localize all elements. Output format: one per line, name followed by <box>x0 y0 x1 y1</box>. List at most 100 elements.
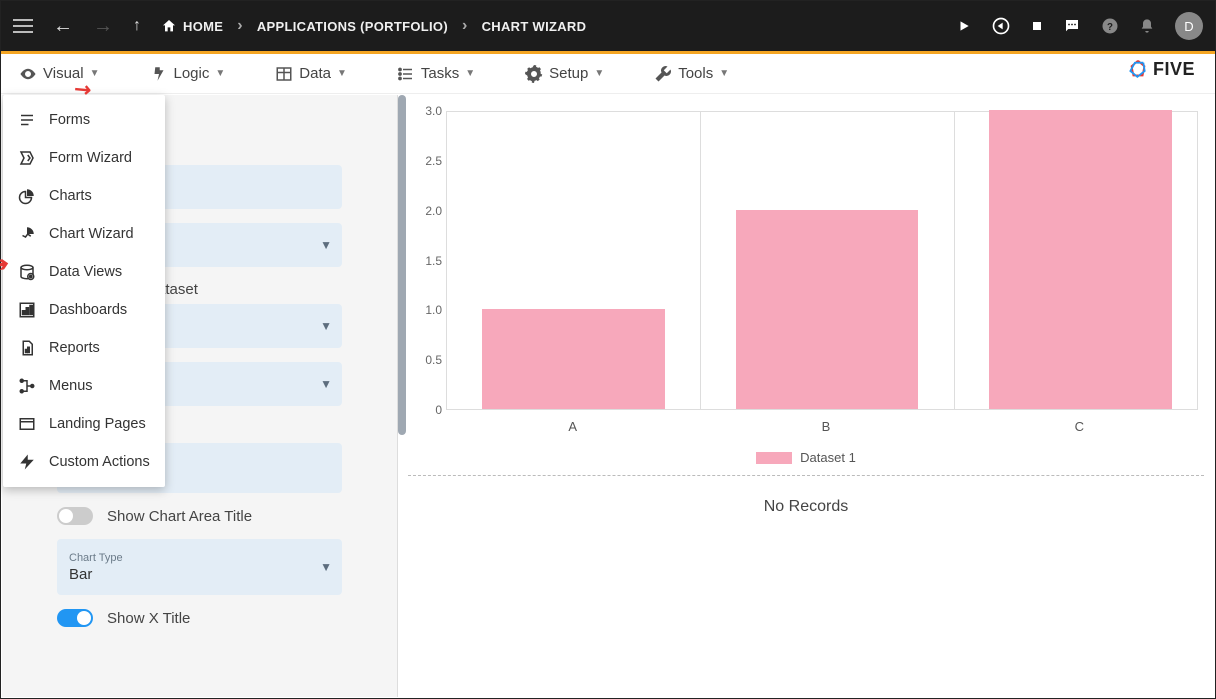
forms-icon <box>17 110 37 130</box>
topbar-right: ? D <box>957 12 1203 40</box>
grid-icon <box>275 65 293 83</box>
nav-up[interactable]: ↑ <box>133 17 141 35</box>
home-icon <box>161 18 177 34</box>
chevron-down-icon: ▼ <box>320 377 332 391</box>
chart-type-select[interactable]: Chart Type Bar ▼ <box>57 539 342 595</box>
toggle-show-x-title[interactable] <box>57 609 93 627</box>
chart-wizard-icon <box>17 224 37 244</box>
section-dataset: ataset <box>157 281 342 298</box>
list-icon <box>397 65 415 83</box>
play-icon[interactable] <box>957 19 971 33</box>
form-wizard-icon <box>17 148 37 168</box>
menu-item-label: Forms <box>49 112 90 128</box>
chat-icon[interactable] <box>1063 17 1081 35</box>
legend-swatch <box>756 452 792 464</box>
bar-B <box>736 210 918 409</box>
y-tick: 2.0 <box>412 204 442 218</box>
left-panel: ▼ ataset ▼ ▼ Chart Area Chart Area Title… <box>2 95 397 697</box>
help-icon[interactable]: ? <box>1101 17 1119 35</box>
bar-C <box>989 110 1171 409</box>
visual-menu-reports[interactable]: Reports <box>3 329 165 367</box>
divider <box>408 475 1204 476</box>
menu-item-label: Data Views <box>49 264 122 280</box>
chevron-down-icon: ▼ <box>320 319 332 333</box>
visual-menu-form-wizard[interactable]: Form Wizard <box>3 139 165 177</box>
caret-down-icon: ▼ <box>465 68 475 79</box>
chevron-down-icon: ▼ <box>320 560 332 574</box>
x-label: C <box>1075 419 1084 434</box>
menu-item-label: Dashboards <box>49 302 127 318</box>
bar-A <box>482 309 664 409</box>
visual-dropdown: Forms Form Wizard Charts Chart Wizard Data V… <box>3 95 165 487</box>
menu-toggle[interactable] <box>13 19 33 33</box>
toggle-label: Show X Title <box>107 610 190 627</box>
no-records-label: No Records <box>398 480 1214 534</box>
caret-down-icon: ▼ <box>90 68 100 79</box>
menu-data[interactable]: Data ▼ <box>275 65 347 83</box>
nav-back[interactable]: ← <box>53 15 73 38</box>
visual-menu-custom-actions[interactable]: Custom Actions <box>3 443 165 481</box>
menu-tools[interactable]: Tools ▼ <box>654 65 729 83</box>
menu-tasks[interactable]: Tasks ▼ <box>397 65 475 83</box>
visual-menu-data-views[interactable]: Data Views <box>3 253 165 291</box>
logo: FIVE <box>1127 58 1195 80</box>
visual-menu-landing-pages[interactable]: Landing Pages <box>3 405 165 443</box>
bolt-icon <box>150 65 168 83</box>
deploy-icon[interactable] <box>991 16 1011 36</box>
visual-menu-charts[interactable]: Charts <box>3 177 165 215</box>
menu-item-label: Form Wizard <box>49 150 132 166</box>
breadcrumb-label: HOME <box>183 19 223 34</box>
visual-menu-chart-wizard[interactable]: Chart Wizard <box>3 215 165 253</box>
menubar: Visual ▼ Logic ▼ Data ▼ Tasks ▼ Setup ▼ … <box>1 54 1215 94</box>
y-tick: 2.5 <box>412 154 442 168</box>
y-tick: 3.0 <box>412 104 442 118</box>
eye-icon <box>19 65 37 83</box>
toggle-show-chart-area-title[interactable] <box>57 507 93 525</box>
scrollbar[interactable] <box>398 95 406 435</box>
menu-item-label: Charts <box>49 188 92 204</box>
x-label: A <box>568 419 577 434</box>
wrench-icon <box>654 65 672 83</box>
chevron-right-icon: › <box>237 17 243 35</box>
svg-text:?: ? <box>1107 22 1113 33</box>
menu-item-label: Chart Wizard <box>49 226 134 242</box>
menu-logic[interactable]: Logic ▼ <box>150 65 226 83</box>
data-views-icon <box>17 262 37 282</box>
breadcrumb-apps[interactable]: APPLICATIONS (PORTFOLIO) <box>257 19 448 34</box>
caret-down-icon: ▼ <box>594 68 604 79</box>
toggle-label: Show Chart Area Title <box>107 508 252 525</box>
right-panel: 0 0.5 1.0 1.5 2.0 2.5 3.0 A B C Dataset 1 No Rec… <box>397 95 1214 697</box>
menu-setup[interactable]: Setup ▼ <box>525 65 604 83</box>
y-tick: 1.5 <box>412 254 442 268</box>
dashboards-icon <box>17 300 37 320</box>
menus-icon <box>17 376 37 396</box>
custom-actions-icon <box>17 452 37 472</box>
menu-visual[interactable]: Visual ▼ <box>19 65 100 83</box>
menu-item-label: Reports <box>49 340 100 356</box>
breadcrumb-label: CHART WIZARD <box>482 19 587 34</box>
nav-forward: → <box>93 15 113 38</box>
caret-down-icon: ▼ <box>215 68 225 79</box>
breadcrumb-chartwizard[interactable]: CHART WIZARD <box>482 19 587 34</box>
x-label: B <box>822 419 831 434</box>
breadcrumb-home[interactable]: HOME <box>161 18 223 34</box>
avatar[interactable]: D <box>1175 12 1203 40</box>
menu-item-label: Custom Actions <box>49 454 150 470</box>
caret-down-icon: ▼ <box>337 68 347 79</box>
visual-menu-forms[interactable]: Forms <box>3 101 165 139</box>
breadcrumb-label: APPLICATIONS (PORTFOLIO) <box>257 19 448 34</box>
y-tick: 1.0 <box>412 303 442 317</box>
reports-icon <box>17 338 37 358</box>
visual-menu-menus[interactable]: Menus <box>3 367 165 405</box>
menu-item-label: Menus <box>49 378 93 394</box>
chart: 0 0.5 1.0 1.5 2.0 2.5 3.0 A B C <box>412 105 1204 440</box>
visual-menu-dashboards[interactable]: Dashboards <box>3 291 165 329</box>
breadcrumb: HOME › APPLICATIONS (PORTFOLIO) › CHART … <box>161 17 586 35</box>
stop-icon[interactable] <box>1031 20 1043 32</box>
legend: Dataset 1 <box>398 440 1214 471</box>
topbar: ← → ↑ HOME › APPLICATIONS (PORTFOLIO) › … <box>1 1 1215 51</box>
y-tick: 0 <box>412 403 442 417</box>
y-tick: 0.5 <box>412 353 442 367</box>
legend-label: Dataset 1 <box>800 450 856 465</box>
bell-icon[interactable] <box>1139 18 1155 34</box>
